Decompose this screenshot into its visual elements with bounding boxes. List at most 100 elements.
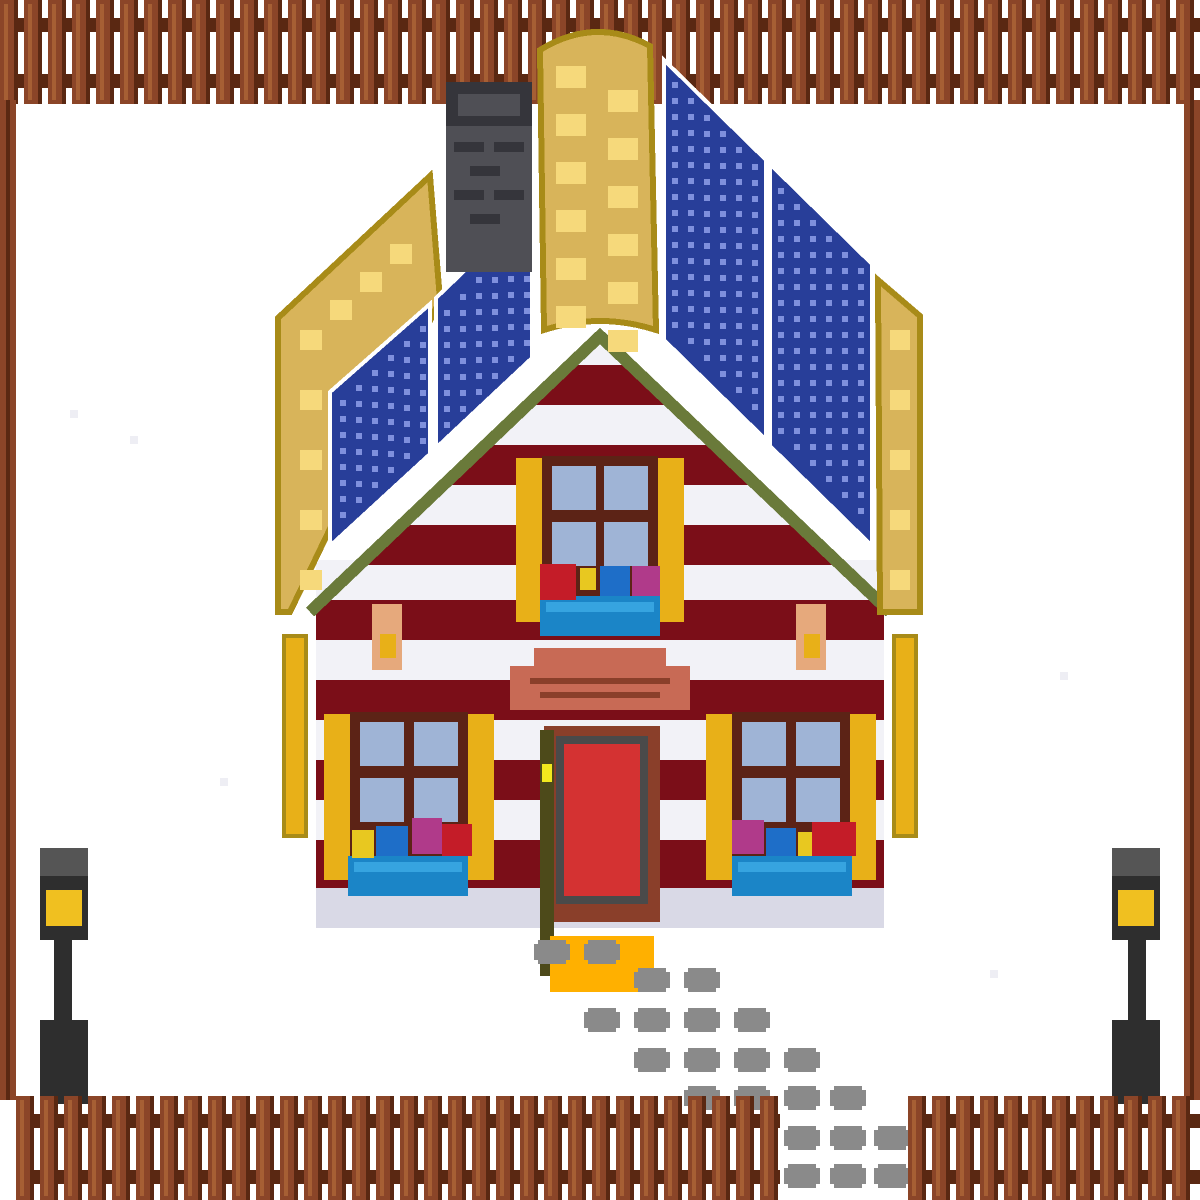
- fence-picket-highlight: [1132, 4, 1136, 100]
- solar-cell-dot: [858, 412, 864, 418]
- solar-cell-dot: [778, 380, 784, 386]
- solar-cell-dot: [420, 422, 426, 428]
- fence-picket-highlight: [916, 4, 920, 100]
- fence-picket-shadow: [806, 0, 810, 104]
- footprint-icon: [788, 1184, 816, 1188]
- fence-picket-shadow: [1066, 1096, 1070, 1200]
- solar-cell-dot: [842, 332, 848, 338]
- solar-cell-dot: [810, 380, 816, 386]
- fence-picket-highlight: [772, 4, 776, 100]
- fence-picket-highlight: [428, 1100, 432, 1196]
- solar-cell-dot: [794, 252, 800, 258]
- footprint-icon: [638, 1008, 666, 1012]
- solar-cell-dot: [476, 309, 482, 315]
- footprint-icon: [688, 968, 716, 972]
- fence-picket-shadow: [438, 1096, 442, 1200]
- fence-picket-shadow: [582, 1096, 586, 1200]
- fence-picket-highlight: [1108, 4, 1112, 100]
- footprint-icon: [830, 1168, 866, 1184]
- roof-tile: [608, 282, 638, 304]
- solar-cell-dot: [672, 210, 678, 216]
- solar-cell-dot: [794, 332, 800, 338]
- fence-picket-highlight: [92, 1100, 96, 1196]
- solar-cell-dot: [460, 390, 466, 396]
- solar-cell-dot: [794, 268, 800, 274]
- solar-cell-dot: [778, 396, 784, 402]
- solar-cell-dot: [720, 307, 726, 313]
- solar-cell-dot: [858, 300, 864, 306]
- solar-cell-dot: [672, 242, 678, 248]
- solar-cell-dot: [810, 316, 816, 322]
- solar-cell-dot: [842, 476, 848, 482]
- solar-cell-dot: [672, 322, 678, 328]
- solar-cell-dot: [420, 438, 426, 444]
- solar-cell-dot: [492, 277, 498, 283]
- fence-picket-shadow: [14, 0, 18, 104]
- solar-cell-dot: [778, 412, 784, 418]
- solar-cell-dot: [704, 195, 710, 201]
- footprint-icon: [688, 1028, 716, 1032]
- fence-picket-highlight: [124, 4, 128, 100]
- solar-cell-dot: [704, 275, 710, 281]
- fence-picket-highlight: [220, 4, 224, 100]
- fence-picket-highlight: [284, 1100, 288, 1196]
- fence-picket-highlight: [988, 4, 992, 100]
- roof-tile: [390, 244, 412, 264]
- solar-cell-dot: [858, 316, 864, 322]
- fence-picket-highlight: [380, 1100, 384, 1196]
- fence-picket-shadow: [510, 1096, 514, 1200]
- solar-cell-dot: [752, 388, 758, 394]
- solar-cell-dot: [826, 396, 832, 402]
- fence-picket-shadow: [326, 0, 330, 104]
- solar-cell-dot: [794, 316, 800, 322]
- solar-cell-dot: [460, 326, 466, 332]
- solar-cell-dot: [778, 332, 784, 338]
- fence-picket-shadow: [1018, 1096, 1022, 1200]
- roof-tile: [360, 272, 382, 292]
- footprint-icon: [588, 1008, 616, 1012]
- solar-cell-dot: [688, 162, 694, 168]
- chimney-icon: [446, 82, 532, 272]
- solar-cell-dot: [842, 380, 848, 386]
- solar-cell-dot: [524, 340, 530, 346]
- footprint-icon: [638, 988, 666, 992]
- solar-cell-dot: [372, 466, 378, 472]
- solar-cell-dot: [736, 387, 742, 393]
- solar-cell-dot: [492, 309, 498, 315]
- solar-cell-dot: [476, 389, 482, 395]
- fence-picket-highlight: [740, 1100, 744, 1196]
- solar-cell-dot: [444, 390, 450, 396]
- fence-picket-shadow: [342, 1096, 346, 1200]
- fence-picket-shadow: [1070, 0, 1074, 104]
- solar-cell-dot: [794, 236, 800, 242]
- footprint-icon: [734, 1052, 770, 1068]
- fence-picket-highlight: [476, 1100, 480, 1196]
- solar-cell-dot: [524, 324, 530, 330]
- fence-picket-shadow: [1186, 1096, 1190, 1200]
- footprint-icon: [784, 1090, 820, 1106]
- solar-cell-dot: [810, 220, 816, 226]
- solar-cell-dot: [858, 444, 864, 450]
- solar-cell-dot: [794, 300, 800, 306]
- fence-picket-highlight: [620, 1100, 624, 1196]
- solar-cell-dot: [826, 236, 832, 242]
- solar-cell-dot: [672, 98, 678, 104]
- solar-cell-dot: [826, 300, 832, 306]
- fence-picket-highlight: [244, 4, 248, 100]
- solar-cell-dot: [794, 396, 800, 402]
- footprint-icon: [688, 1068, 716, 1072]
- fence-picket-shadow: [390, 1096, 394, 1200]
- footprint-icon: [788, 1068, 816, 1072]
- fence-picket-highlight: [940, 4, 944, 100]
- fence-picket-highlight: [1180, 4, 1184, 100]
- solar-cell-dot: [460, 310, 466, 316]
- fence-picket-highlight: [76, 4, 80, 100]
- fence-picket-shadow: [758, 0, 762, 104]
- solar-cell-dot: [842, 348, 848, 354]
- footprint-icon: [638, 1028, 666, 1032]
- footprint-icon: [788, 1146, 816, 1150]
- solar-cell-dot: [476, 293, 482, 299]
- fence-picket-highlight: [140, 1100, 144, 1196]
- fence-picket-shadow: [1138, 1096, 1142, 1200]
- solar-cell-dot: [842, 316, 848, 322]
